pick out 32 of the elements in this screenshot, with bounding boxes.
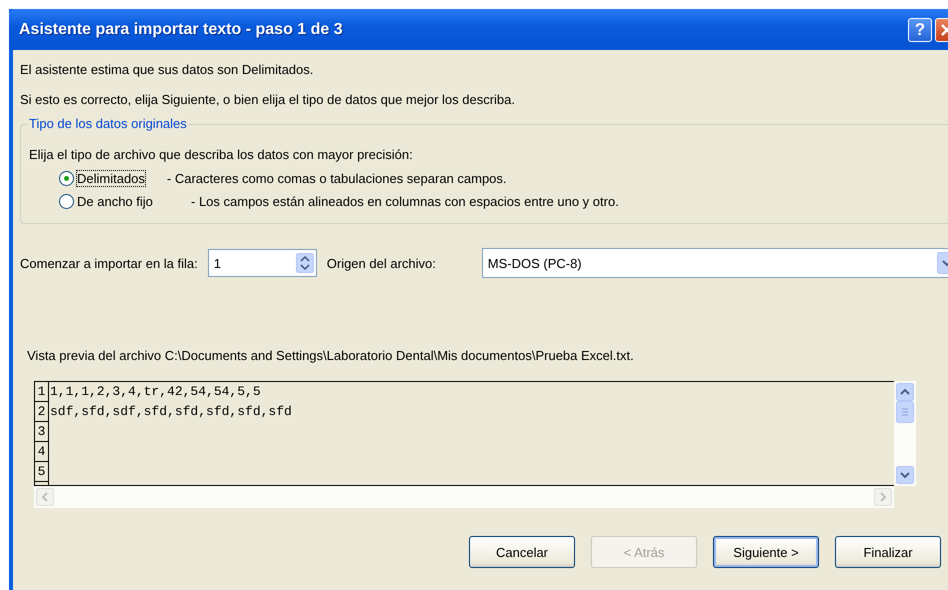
- group-legend: Tipo de los datos originales: [27, 116, 189, 131]
- dialog-button[interactable]: Cancelar: [469, 536, 575, 568]
- file-origin-dropdown[interactable]: MS-DOS (PC-8): [482, 248, 948, 278]
- preview-label: Vista previa del archivo C:\Documents and Settings\Laboratorio Dental\Mis documentos\Prueba Excel.txt.: [27, 348, 635, 363]
- scroll-up-icon[interactable]: [896, 383, 914, 401]
- window-title: Asistente para importar texto - paso 1 de 3: [19, 20, 343, 38]
- line-number: 1: [35, 382, 49, 402]
- line-number: 4: [35, 442, 49, 462]
- radio-label[interactable]: De ancho fijo: [77, 194, 191, 209]
- dialog-button[interactable]: Finalizar: [835, 536, 941, 568]
- radio-label[interactable]: Delimitados: [77, 171, 145, 186]
- intro-text: Si esto es correcto, elija Siguiente, o bien elija el tipo de datos que mejor los describa.: [20, 91, 516, 109]
- scroll-down-icon[interactable]: [896, 466, 914, 484]
- preview-line: 1,1,1,2,3,4,tr,42,54,54,5,5: [49, 383, 261, 401]
- spin-arrows-icon[interactable]: [296, 253, 314, 273]
- line-number: 2: [35, 402, 49, 422]
- scroll-thumb[interactable]: [896, 401, 914, 423]
- option-description: - Caracteres como comas o tabulaciones separan campos.: [166, 171, 507, 186]
- file-origin-label: Origen del archivo:: [326, 256, 437, 270]
- dialog-button[interactable]: Siguiente >: [713, 536, 819, 568]
- start-row-spinner[interactable]: 1: [208, 249, 317, 277]
- start-row-label: Comenzar a importar en la fila:: [20, 256, 198, 270]
- radio-button[interactable]: [59, 194, 74, 209]
- help-button[interactable]: ?: [908, 18, 932, 42]
- vertical-scrollbar[interactable]: [894, 381, 916, 486]
- line-number: 5: [35, 462, 49, 482]
- prompt-text: Elija el tipo de archivo que describa los datos con mayor precisión:: [29, 147, 414, 164]
- line-number: 3: [35, 422, 49, 442]
- intro-text: El asistente estima que sus datos son Delimitados.: [20, 61, 314, 79]
- option-description: - Los campos están alineados en columnas con espacios entre uno y otro.: [191, 194, 619, 209]
- radio-button[interactable]: [59, 171, 74, 186]
- preview-line: sdf,sfd,sdf,sfd,sfd,sfd,sfd,sfd: [49, 403, 292, 421]
